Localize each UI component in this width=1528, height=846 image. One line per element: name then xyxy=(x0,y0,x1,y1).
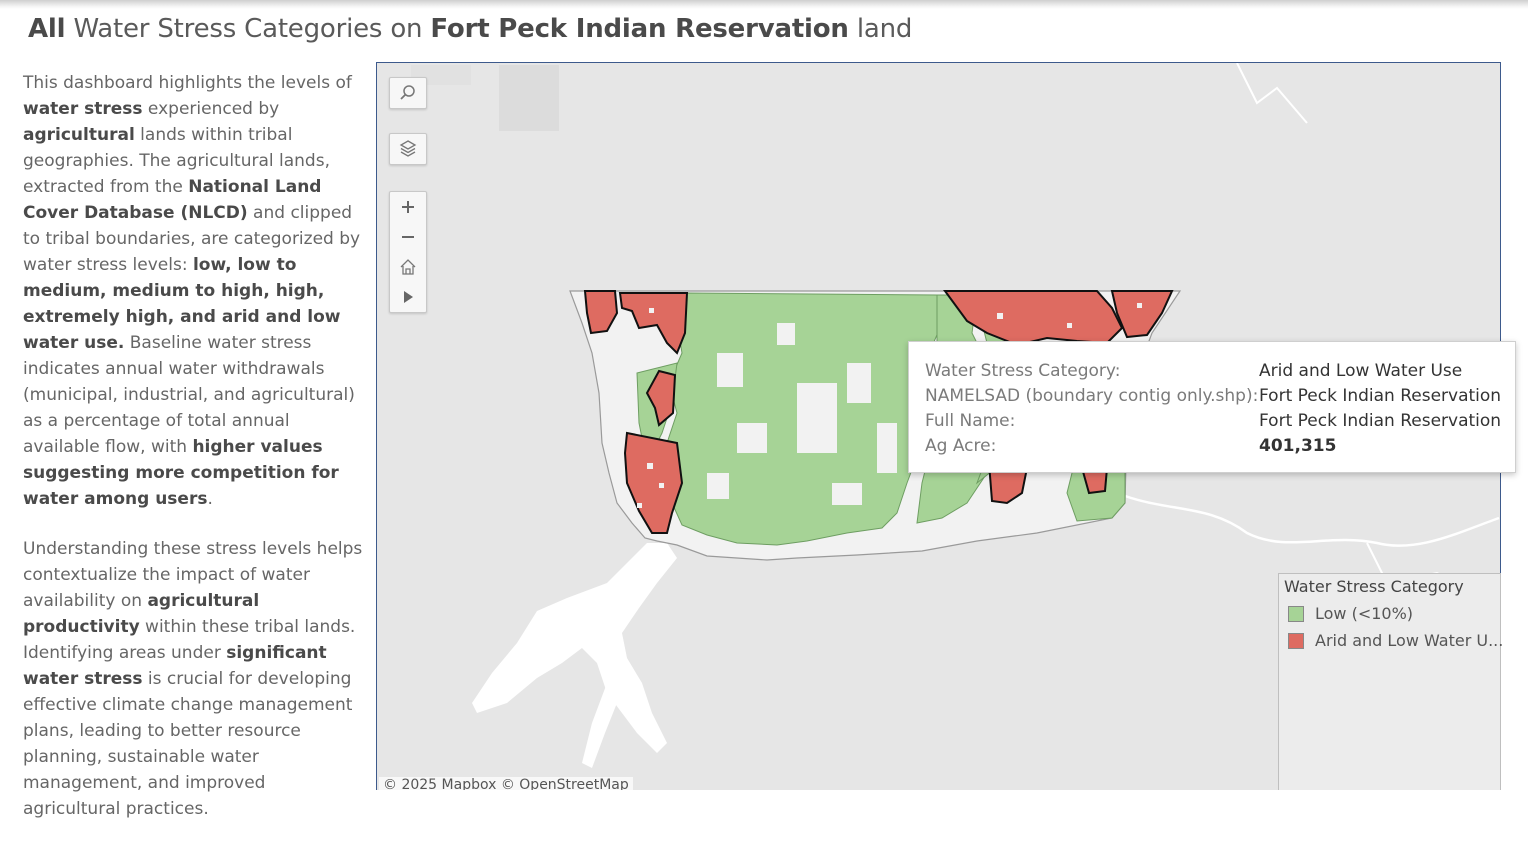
description-paragraph-2: Understanding these stress levels helps … xyxy=(23,536,368,822)
home-icon[interactable] xyxy=(390,252,426,282)
zoom-in-icon[interactable] xyxy=(390,192,426,222)
map-layers-control[interactable] xyxy=(389,133,427,165)
map-terrain-patch xyxy=(499,65,559,131)
top-shadow-bar xyxy=(0,0,1528,9)
description-segment: experienced by xyxy=(142,99,280,119)
legend-swatch-low xyxy=(1288,606,1304,622)
title-middle: Water Stress Categories on xyxy=(73,14,423,44)
map-reservoir xyxy=(472,543,677,753)
map-attribution[interactable]: © 2025 Mapbox © OpenStreetMap xyxy=(379,777,633,790)
title-tail: land xyxy=(856,14,913,44)
tooltip-label: Ag Acre: xyxy=(925,436,997,456)
tooltip-label: NAMELSAD (boundary contig only.shp): xyxy=(925,386,1259,406)
legend-title: Water Stress Category xyxy=(1284,577,1464,596)
legend-label: Arid and Low Water U... xyxy=(1315,631,1504,650)
map-tooltip: Water Stress Category: Arid and Low Wate… xyxy=(908,341,1516,473)
title-lead: All xyxy=(28,14,66,44)
map-river xyxy=(1116,491,1500,547)
tooltip-value: Arid and Low Water Use xyxy=(1259,361,1463,381)
tooltip-value: 401,315 xyxy=(1259,436,1337,456)
legend-swatch-arid xyxy=(1288,633,1304,649)
title-place: Fort Peck Indian Reservation xyxy=(430,14,849,44)
map-zoom-controls xyxy=(389,191,427,313)
description-segment: water stress xyxy=(23,99,143,119)
tooltip-label: Full Name: xyxy=(925,411,1016,431)
legend-label: Low (<10%) xyxy=(1315,604,1414,623)
map-search-control[interactable] xyxy=(389,77,427,109)
layers-icon[interactable] xyxy=(390,134,426,164)
map-reservoir-arm xyxy=(582,683,617,768)
description-segment: This dashboard highlights the levels of xyxy=(23,73,352,93)
description-segment: . xyxy=(207,489,213,509)
play-icon[interactable] xyxy=(390,282,426,312)
zoom-out-icon[interactable] xyxy=(390,222,426,252)
tooltip-value: Fort Peck Indian Reservation xyxy=(1259,411,1502,431)
page-title: All Water Stress Categories on Fort Peck… xyxy=(28,14,912,44)
description-segment: is crucial for developing effective clim… xyxy=(23,669,353,819)
tooltip-value: Fort Peck Indian Reservation xyxy=(1259,386,1502,406)
map-water-line xyxy=(1236,63,1308,124)
description-paragraph-1: This dashboard highlights the levels of … xyxy=(23,70,368,512)
search-icon[interactable] xyxy=(390,78,426,108)
tooltip-label: Water Stress Category: xyxy=(925,361,1121,381)
description-panel: This dashboard highlights the levels of … xyxy=(23,70,368,846)
map-legend: Water Stress Category Low (<10%) Arid an… xyxy=(1278,573,1504,790)
description-segment: agricultural xyxy=(23,125,135,145)
